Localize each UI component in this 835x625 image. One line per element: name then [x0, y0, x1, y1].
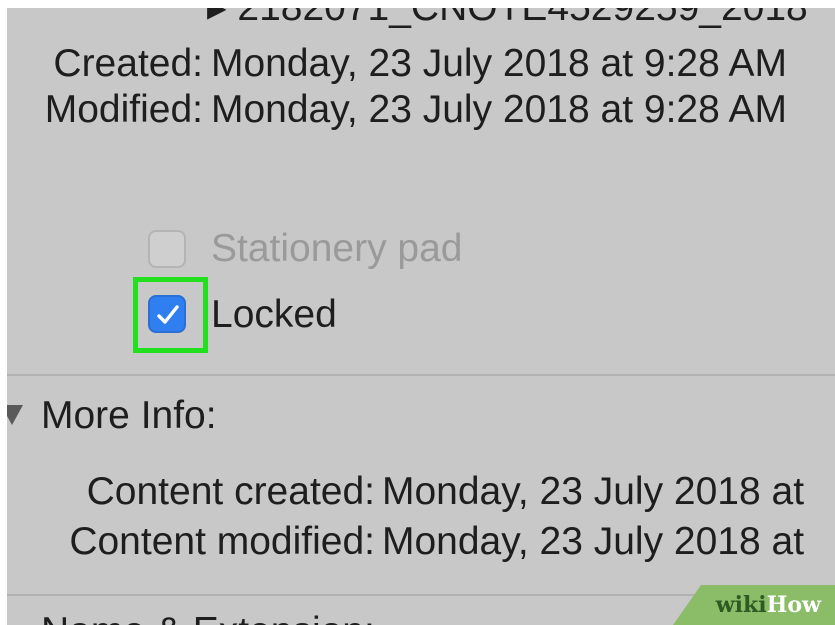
created-value: Monday, 23 July 2018 at 9:28 AM [211, 42, 787, 85]
modified-label: Modified: [44, 88, 203, 131]
content-created-label: Content created: [86, 470, 375, 513]
wikihow-watermark: wikiHow [673, 585, 835, 625]
locked-label[interactable]: Locked [211, 292, 337, 338]
modified-row: Modified: Monday, 23 July 2018 at 9:28 A… [7, 87, 835, 133]
content-modified-value: Monday, 23 July 2018 at [382, 520, 805, 563]
disclosure-triangle-icon[interactable] [7, 405, 23, 425]
section-divider [7, 374, 835, 376]
checkmark-icon [157, 305, 179, 324]
file-path-text: ▸ 2182071_CNOTE4529259_2018 [207, 8, 808, 29]
content-modified-row: Content modified: Monday, 23 July 2018 a… [7, 519, 835, 565]
watermark-part1: wiki [715, 592, 767, 618]
content-created-row: Content created: Monday, 23 July 2018 at [7, 469, 835, 515]
created-label: Created: [53, 42, 203, 85]
stationery-pad-checkbox [148, 230, 186, 268]
file-path-row: ▸ 2182071_CNOTE4529259_2018 [207, 8, 808, 31]
created-row: Created: Monday, 23 July 2018 at 9:28 AM [7, 41, 835, 87]
more-info-label[interactable]: More Info: [41, 393, 217, 439]
content-created-value: Monday, 23 July 2018 at [382, 470, 805, 513]
get-info-window: ▸ 2182071_CNOTE4529259_2018 Created: Mon… [7, 8, 835, 625]
content-modified-label: Content modified: [69, 520, 375, 563]
watermark-part2: How [766, 592, 821, 618]
stationery-pad-label: Stationery pad [211, 227, 463, 270]
name-extension-label[interactable]: Name & Extension: [41, 609, 375, 625]
locked-checkbox[interactable] [148, 295, 186, 333]
modified-value: Monday, 23 July 2018 at 9:28 AM [211, 88, 787, 131]
